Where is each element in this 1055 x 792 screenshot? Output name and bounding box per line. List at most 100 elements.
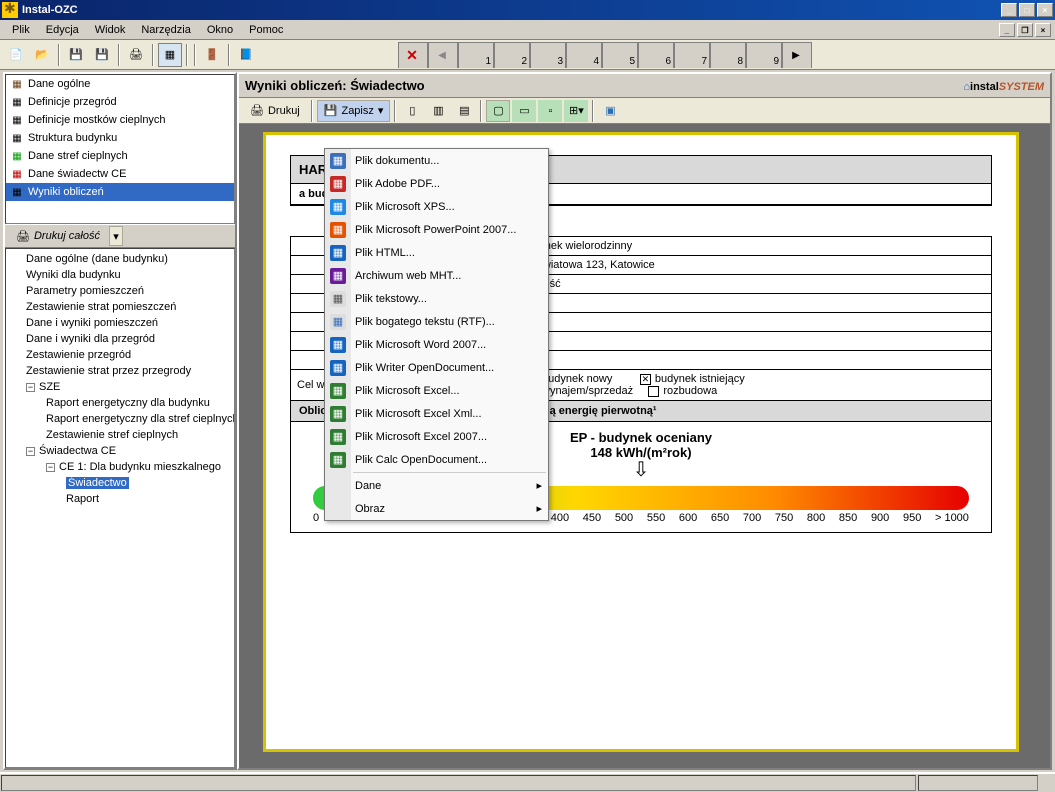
menu-widok[interactable]: Widok xyxy=(87,22,134,38)
tab-prev-icon[interactable]: ◀ xyxy=(428,42,458,68)
zoom-custom-icon[interactable]: ⊞▾ xyxy=(564,100,588,122)
save-menu-item[interactable]: ▦Plik Adobe PDF... xyxy=(325,172,548,195)
menu-pomoc[interactable]: Pomoc xyxy=(241,22,291,38)
zoom-width-icon[interactable]: ▭ xyxy=(512,100,536,122)
nav-item[interactable]: ▦Dane świadectw CE xyxy=(6,165,234,183)
nav-item[interactable]: ▦Struktura budynku xyxy=(6,129,234,147)
nav-item[interactable]: ▦Dane ogólne xyxy=(6,75,234,93)
mdi-close-button[interactable]: × xyxy=(1035,23,1051,37)
save-menu-item[interactable]: ▦Plik Microsoft PowerPoint 2007... xyxy=(325,218,548,241)
close-button[interactable]: × xyxy=(1037,3,1053,17)
tab-4[interactable]: 4 xyxy=(566,42,602,68)
mdi-minimize-button[interactable]: _ xyxy=(999,23,1015,37)
open-file-icon[interactable]: 📂 xyxy=(30,43,54,67)
expand-icon[interactable]: − xyxy=(26,383,35,392)
nav-item[interactable]: ▦Definicje mostków cieplnych xyxy=(6,111,234,129)
save-all-icon[interactable]: 💾 xyxy=(90,43,114,67)
zoom-page-icon[interactable]: ▢ xyxy=(486,100,510,122)
print-button[interactable]: 🖨 Drukuj xyxy=(243,100,307,122)
save-icon[interactable]: 💾 xyxy=(64,43,88,67)
zoom-100-icon[interactable]: ▫ xyxy=(538,100,562,122)
tab-2[interactable]: 2 xyxy=(494,42,530,68)
print-dropdown-icon[interactable]: ▾ xyxy=(109,226,123,246)
save-menu-item[interactable]: ▦Archiwum web MHT... xyxy=(325,264,548,287)
mdi-restore-button[interactable]: ❐ xyxy=(1017,23,1033,37)
tree-item[interactable]: Zestawienie stref cieplnych xyxy=(8,427,232,443)
menu-okno[interactable]: Okno xyxy=(199,22,241,38)
file-type-icon: ▦ xyxy=(330,222,346,238)
nav-icon: ▦ xyxy=(10,167,24,181)
print-icon[interactable]: 🖨 xyxy=(124,43,148,67)
submenu-arrow-icon: ▸ xyxy=(536,502,542,515)
save-button[interactable]: 💾 Zapisz ▾ xyxy=(317,100,391,122)
print-all-button[interactable]: 🖨 Drukuj całość xyxy=(9,226,107,246)
disk-icon: 💾 xyxy=(324,104,338,117)
tab-8[interactable]: 8 xyxy=(710,42,746,68)
tree-item[interactable]: −SZE xyxy=(8,379,232,395)
expand-icon[interactable]: − xyxy=(46,463,55,472)
nav-item[interactable]: ▦Dane stref cieplnych xyxy=(6,147,234,165)
chk-existing: ✕ xyxy=(640,374,651,385)
menu-item-label: Plik Writer OpenDocument... xyxy=(355,362,494,374)
menu-bar: Plik Edycja Widok Narzędzia Okno Pomoc xyxy=(0,20,1055,40)
save-menu-item[interactable]: ▦Plik Writer OpenDocument... xyxy=(325,356,548,379)
save-menu-item[interactable]: ▦Plik Calc OpenDocument... xyxy=(325,448,548,471)
view-continuous-icon[interactable]: ▥ xyxy=(426,100,450,122)
tree-item[interactable]: Raport energetyczny dla stref cieplnych xyxy=(8,411,232,427)
panel-title: Wyniki obliczeń: Świadectwo xyxy=(245,78,425,93)
save-menu-item[interactable]: ▦Plik bogatego tekstu (RTF)... xyxy=(325,310,548,333)
scale-tick: 750 xyxy=(775,512,793,524)
tab-close-icon[interactable]: ✕ xyxy=(398,42,428,68)
view-single-icon[interactable]: ▯ xyxy=(400,100,424,122)
nav-icon: ▦ xyxy=(10,185,24,199)
tree-item[interactable]: Raport energetyczny dla budynku xyxy=(8,395,232,411)
tab-7[interactable]: 7 xyxy=(674,42,710,68)
tab-9[interactable]: 9 xyxy=(746,42,782,68)
tree-item[interactable]: Parametry pomieszczeń xyxy=(8,283,232,299)
tab-6[interactable]: 6 xyxy=(638,42,674,68)
tree-item[interactable]: −Świadectwa CE xyxy=(8,443,232,459)
tree-item[interactable]: Dane i wyniki dla przegród xyxy=(8,331,232,347)
save-menu-item[interactable]: Obraz▸ xyxy=(325,497,548,520)
tree-item[interactable]: −CE 1: Dla budynku mieszkalnego xyxy=(8,459,232,475)
maximize-button[interactable]: □ xyxy=(1019,3,1035,17)
save-menu-item[interactable]: ▦Plik dokumentu... xyxy=(325,149,548,172)
submenu-arrow-icon: ▸ xyxy=(536,479,542,492)
tab-next-icon[interactable]: ▶ xyxy=(782,42,812,68)
tree-item[interactable]: Dane ogólne (dane budynku) xyxy=(8,251,232,267)
tab-5[interactable]: 5 xyxy=(602,42,638,68)
tree-item[interactable]: Wyniki dla budynku xyxy=(8,267,232,283)
tree-item[interactable]: Zestawienie strat przez przegrody xyxy=(8,363,232,379)
menu-narzedzia[interactable]: Narzędzia xyxy=(133,22,199,38)
fullscreen-icon[interactable]: ▣ xyxy=(598,100,622,122)
nav-item[interactable]: ▦Definicje przegród xyxy=(6,93,234,111)
exit-icon[interactable]: 🚪 xyxy=(200,43,224,67)
menu-item-label: Dane xyxy=(355,480,381,492)
tree-item[interactable]: Zestawienie strat pomieszczeń xyxy=(8,299,232,315)
tree-item[interactable]: Zestawienie przegród xyxy=(8,347,232,363)
menu-plik[interactable]: Plik xyxy=(4,22,38,38)
calc-icon[interactable]: ▦ xyxy=(158,43,182,67)
nav-item[interactable]: ▦Wyniki obliczeń xyxy=(6,183,234,201)
save-menu-item[interactable]: ▦Plik Microsoft Word 2007... xyxy=(325,333,548,356)
help-icon[interactable]: 📘 xyxy=(234,43,258,67)
save-menu-item[interactable]: ▦Plik Microsoft Excel... xyxy=(325,379,548,402)
tab-1[interactable]: 1 xyxy=(458,42,494,68)
minimize-button[interactable]: _ xyxy=(1001,3,1017,17)
expand-icon[interactable]: − xyxy=(26,447,35,456)
tab-3[interactable]: 3 xyxy=(530,42,566,68)
nav-icon: ▦ xyxy=(10,77,24,91)
save-menu-item[interactable]: ▦Plik tekstowy... xyxy=(325,287,548,310)
save-menu-item[interactable]: ▦Plik HTML... xyxy=(325,241,548,264)
save-menu-item[interactable]: ▦Plik Microsoft Excel Xml... xyxy=(325,402,548,425)
save-menu-item[interactable]: ▦Plik Microsoft XPS... xyxy=(325,195,548,218)
view-multi-icon[interactable]: ▤ xyxy=(452,100,476,122)
menu-edycja[interactable]: Edycja xyxy=(38,22,87,38)
new-file-icon[interactable]: 📄 xyxy=(4,43,28,67)
tree-item[interactable]: Raport xyxy=(8,491,232,507)
nav-label: Definicje mostków cieplnych xyxy=(28,114,166,126)
tree-item[interactable]: Dane i wyniki pomieszczeń xyxy=(8,315,232,331)
save-menu-item[interactable]: Dane ▸ xyxy=(325,474,548,497)
save-menu-item[interactable]: ▦Plik Microsoft Excel 2007... xyxy=(325,425,548,448)
tree-item[interactable]: Świadectwo xyxy=(8,475,232,491)
